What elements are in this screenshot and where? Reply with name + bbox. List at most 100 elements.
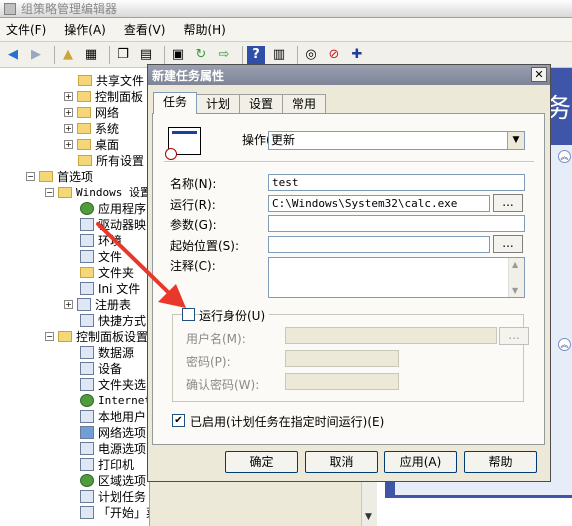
delete-icon[interactable]: ⊘ [325,46,343,64]
tree-item[interactable]: 数据源 [80,344,134,360]
collapse-section-icon[interactable]: ︽ [558,338,571,351]
start-in-browse-button[interactable]: ... [493,235,523,253]
tree-item[interactable]: 文件夹 [80,264,134,280]
help-icon[interactable]: ? [247,45,265,64]
tree-item-label: 控制面板设置 [76,329,149,344]
comment-scrollbar[interactable]: ▲ ▼ [508,258,524,297]
run-as-label[interactable]: 运行身份(U) [199,307,270,324]
tab-schedule[interactable]: 计划 [196,94,241,114]
tree-item[interactable]: + 控制面板 [64,88,143,104]
tree-item[interactable]: 「开始」菜单 [80,504,149,520]
tree-item-label: 文件夹 [98,265,135,280]
tree-item-label: 首选项 [57,169,94,184]
tree-item-label: 数据源 [98,345,135,360]
show-hide-tree-icon[interactable]: ▦ [82,46,100,64]
run-path-field[interactable]: C:\Windows\System32\calc.exe [268,195,490,212]
console-tree[interactable]: 共享文件 + 控制面板 + 网络 + 系统 + 桌面 所有设置 − 首选项 − … [0,68,150,526]
username-browse-button: ... [499,327,529,345]
collapse-section-icon[interactable]: ︽ [558,150,571,163]
target-icon[interactable]: ◎ [302,46,320,64]
expand-icon[interactable]: + [64,91,73,101]
power-options-icon [80,441,94,455]
menu-help[interactable]: 帮助(H) [183,21,225,38]
dialog-title: 新建任务属性 [152,68,225,83]
tree-item[interactable]: 设备 [80,360,122,376]
tree-item[interactable]: 文件夹选 [80,376,146,392]
tree-item[interactable]: + 网络 [64,104,119,120]
tree-item[interactable]: 计划任务 [80,488,146,504]
scroll-down-icon[interactable]: ▼ [365,512,372,522]
expand-icon[interactable]: + [64,139,73,149]
shortcut-icon [80,313,94,327]
tree-item[interactable]: 网络选项 [80,424,146,440]
menu-action[interactable]: 操作(A) [64,21,106,38]
menu-view[interactable]: 查看(V) [124,21,166,38]
folder-icon [58,330,72,342]
menu-file[interactable]: 文件(F) [6,21,46,38]
paste-icon[interactable]: ▤ [137,46,155,64]
forward-icon[interactable]: ▶ [27,46,45,64]
tree-item[interactable]: 环境 [80,232,122,248]
tree-item[interactable]: + 注册表 [64,296,131,312]
folder-icon [77,106,91,118]
expand-icon[interactable]: + [64,107,73,117]
tree-item[interactable]: + 系统 [64,120,119,136]
tree-item[interactable]: + 桌面 [64,136,119,152]
tree-item[interactable]: 打印机 [80,456,134,472]
tree-item[interactable]: 区域选项 [80,472,146,488]
tree-item[interactable]: 文件 [80,248,122,264]
refresh-icon[interactable]: ↻ [192,46,210,64]
copy-icon[interactable]: ❐ [114,46,132,64]
scroll-up-icon[interactable]: ▲ [512,260,518,269]
tab-settings[interactable]: 设置 [239,94,284,114]
close-button[interactable]: ✕ [531,67,547,82]
tab-common[interactable]: 常用 [282,94,327,114]
tree-item[interactable]: 本地用户 [80,408,146,424]
tab-task[interactable]: 任务 [153,92,198,114]
expand-icon[interactable]: + [64,123,73,133]
tree-item[interactable]: 应用程序 [80,200,146,216]
apply-button[interactable]: 应用(A) [384,451,457,473]
help-button[interactable]: 帮助 [464,451,537,473]
collapse-icon[interactable]: − [45,331,54,341]
tree-item[interactable]: 快捷方式 [80,312,146,328]
tree-item[interactable]: Ini 文件 [80,280,140,296]
tree-item[interactable]: − 首选项 [26,168,93,184]
print-icon[interactable]: ▣ [169,46,187,64]
tree-item[interactable]: 电源选项 [80,440,146,456]
run-as-checkbox[interactable] [182,308,195,321]
expand-icon[interactable]: + [64,299,73,309]
tree-item[interactable]: 驱动器映 [80,216,146,232]
chevron-down-icon[interactable]: ▼ [507,132,524,149]
action-select[interactable]: 更新 ▼ [268,131,525,150]
regional-options-icon [80,473,94,487]
name-field[interactable]: test [268,174,525,191]
collapse-icon[interactable]: − [45,187,54,197]
tree-item-label: 本地用户 [98,409,147,424]
add-icon[interactable]: ✚ [348,46,366,64]
run-browse-button[interactable]: ... [493,194,523,212]
tree-item[interactable]: − 控制面板设置 [45,328,148,344]
collapse-icon[interactable]: − [26,171,35,181]
enabled-label[interactable]: 已启用(计划任务在指定时间运行)(E) [190,413,384,430]
start-menu-icon [80,505,94,519]
ok-button[interactable]: 确定 [225,451,298,473]
properties-icon[interactable]: ▥ [270,46,288,64]
enabled-checkbox[interactable]: ✔ [172,414,185,427]
export-icon[interactable]: ⇨ [215,46,233,64]
comment-label: 注释(C): [170,259,216,273]
tree-item[interactable]: 共享文件 [78,72,144,88]
start-in-field[interactable] [268,236,490,253]
tree-item[interactable]: Internet [80,392,149,408]
ini-file-icon [80,281,94,295]
app-title: 组策略管理编辑器 [21,2,118,16]
tree-item[interactable]: − Windows 设置 [45,184,149,200]
scheduled-task-icon [165,127,201,160]
comment-textarea[interactable]: ▲ ▼ [268,257,525,298]
scroll-down-icon[interactable]: ▼ [512,286,518,295]
up-folder-icon[interactable]: ▲ [59,46,77,64]
cancel-button[interactable]: 取消 [305,451,378,473]
tree-item[interactable]: 所有设置 [78,152,144,168]
arguments-field[interactable] [268,215,525,232]
back-icon[interactable]: ◀ [4,46,22,64]
